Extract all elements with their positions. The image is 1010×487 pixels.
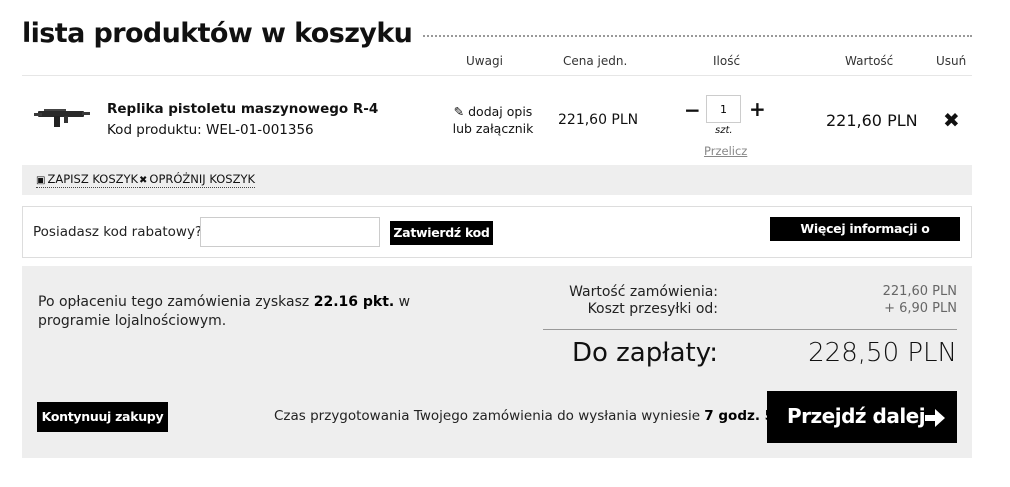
cart-item-row: Replika pistoletu maszynowego R-4 Kod pr… bbox=[22, 78, 972, 164]
discount-code-input[interactable] bbox=[200, 217, 380, 247]
floppy-disk-icon: ▣ bbox=[36, 175, 46, 186]
close-icon: ✖ bbox=[139, 175, 148, 186]
add-note-link[interactable]: ✎ dodaj opis lub załącznik bbox=[438, 103, 548, 137]
cart-actions-bar: ▣ ZAPISZ KOSZYK ✖ OPRÓŻNIJ KOSZYK bbox=[22, 165, 972, 195]
cart-table-header: Uwagi Cena jedn. Ilość Wartość Usuń bbox=[22, 54, 972, 76]
clear-cart-label: OPRÓŻNIJ KOSZYK bbox=[149, 172, 256, 186]
loyalty-text-prefix: Po opłaceniu tego zamówienia zyskasz bbox=[38, 294, 314, 310]
column-header-unit-price: Cena jedn. bbox=[563, 54, 628, 68]
discount-info-button[interactable]: Więcej informacji o rabatach bbox=[770, 217, 960, 260]
product-code: Kod produktu: WEL-01-001356 bbox=[107, 122, 314, 138]
submit-discount-code-button[interactable]: Zatwierdź kod bbox=[390, 221, 493, 245]
shipping-cost-label: Koszt przesyłki od: bbox=[587, 301, 718, 317]
prep-text-prefix: Czas przygotowania Twojego zamówienia do… bbox=[274, 408, 705, 424]
preparation-time-info: Czas przygotowania Twojego zamówienia do… bbox=[274, 408, 816, 424]
column-header-quantity: Ilość bbox=[713, 54, 741, 68]
note-line-1: dodaj opis bbox=[468, 104, 533, 119]
to-pay-label: Do zapłaty: bbox=[571, 338, 718, 368]
recalculate-link[interactable]: Przelicz bbox=[704, 144, 747, 158]
page-title: lista produktów w koszyku bbox=[22, 16, 423, 52]
discount-code-label: Posiadasz kod rabatowy? bbox=[33, 224, 203, 240]
column-header-remove: Usuń bbox=[936, 54, 967, 68]
column-header-note: Uwagi bbox=[466, 54, 503, 68]
product-name[interactable]: Replika pistoletu maszynowego R-4 bbox=[107, 101, 378, 117]
to-pay-amount: 228,50 PLN bbox=[808, 338, 957, 368]
product-image-smg-replica[interactable] bbox=[34, 106, 90, 128]
save-cart-label: ZAPISZ KOSZYK bbox=[47, 172, 139, 186]
quantity-decrease-button[interactable]: − bbox=[684, 98, 701, 122]
proceed-button[interactable]: Przejdź dalej bbox=[767, 391, 957, 443]
remove-item-close-icon[interactable]: ✖ bbox=[943, 108, 960, 132]
shipping-cost: + 6,90 PLN bbox=[884, 301, 957, 316]
save-cart-button[interactable]: ▣ ZAPISZ KOSZYK bbox=[36, 172, 139, 188]
order-value: 221,60 PLN bbox=[882, 284, 957, 299]
loyalty-points: 22.16 pkt. bbox=[313, 294, 395, 310]
order-summary-panel: Po opłaceniu tego zamówienia zyskasz 22.… bbox=[22, 266, 972, 458]
quantity-unit: szt. bbox=[715, 125, 733, 136]
clear-cart-button[interactable]: ✖ OPRÓŻNIJ KOSZYK bbox=[139, 172, 256, 188]
proceed-label: Przejdź dalej bbox=[787, 404, 926, 428]
quantity-increase-button[interactable]: + bbox=[749, 97, 766, 121]
continue-shopping-button[interactable]: Kontynuuj zakupy bbox=[37, 402, 168, 432]
column-header-value: Wartość bbox=[845, 54, 894, 68]
summary-divider bbox=[543, 329, 957, 330]
arrow-right-icon bbox=[925, 409, 945, 427]
title-dotted-divider bbox=[392, 35, 972, 37]
unit-price: 221,60 PLN bbox=[558, 112, 639, 128]
quantity-input[interactable] bbox=[706, 95, 741, 123]
order-value-label: Wartość zamówienia: bbox=[569, 284, 718, 300]
loyalty-points-info: Po opłaceniu tego zamówienia zyskasz 22.… bbox=[38, 293, 458, 331]
note-line-2: lub załącznik bbox=[452, 121, 534, 136]
item-total: 221,60 PLN bbox=[826, 111, 918, 130]
discount-code-panel: Posiadasz kod rabatowy? Zatwierdź kod Wi… bbox=[22, 206, 972, 260]
paperclip-icon: ✎ bbox=[453, 104, 465, 119]
page-header: lista produktów w koszyku bbox=[22, 14, 972, 54]
